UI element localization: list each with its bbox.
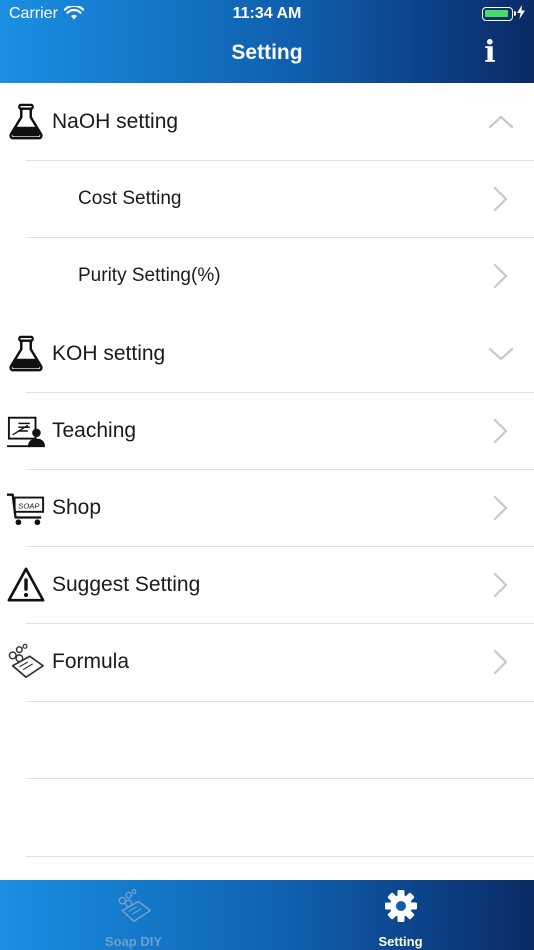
flask-icon: [9, 103, 43, 140]
chevron-right-icon: [493, 649, 508, 675]
chevron-right-icon: [493, 263, 508, 289]
purity-setting-row[interactable]: Purity Setting(%): [0, 237, 534, 314]
navigation-bar: Carrier 11:34 AM Setting i: [0, 0, 534, 83]
chevron-right-icon: [493, 186, 508, 212]
cost-setting-label: Cost Setting: [78, 188, 182, 209]
shop-label: Shop: [52, 496, 102, 519]
suggest-setting-label: Suggest Setting: [52, 573, 201, 596]
chevron-right-icon: [493, 572, 508, 598]
flask-icon: [9, 335, 43, 372]
shop-row[interactable]: SOAP Shop: [0, 469, 534, 546]
tab-soap-diy[interactable]: Soap DIY: [0, 880, 267, 950]
chevron-up-icon: [488, 115, 514, 129]
tab-bar: Soap DIY Setting: [0, 880, 534, 950]
page-title: Setting: [231, 41, 303, 64]
tab-setting[interactable]: Setting: [267, 880, 534, 950]
divider: [26, 701, 534, 702]
formula-row[interactable]: Formula: [0, 623, 534, 700]
teaching-icon: [7, 416, 45, 448]
koh-setting-label: KOH setting: [52, 342, 166, 365]
divider: [26, 778, 534, 779]
formula-label: Formula: [52, 650, 130, 673]
teaching-label: Teaching: [52, 419, 137, 442]
purity-setting-label: Purity Setting(%): [78, 265, 221, 286]
shopping-cart-icon: SOAP: [7, 493, 45, 526]
gear-icon: [385, 890, 417, 922]
soap-label: SOAP: [18, 501, 40, 510]
teaching-row[interactable]: Teaching: [0, 392, 534, 469]
chevron-down-icon: [488, 347, 514, 361]
suggest-setting-row[interactable]: Suggest Setting: [0, 546, 534, 623]
tab-setting-label: Setting: [378, 934, 423, 949]
battery-icon: [482, 7, 516, 21]
koh-setting-row[interactable]: KOH setting: [0, 315, 534, 392]
chevron-right-icon: [493, 418, 508, 444]
status-bar: Carrier 11:34 AM: [0, 0, 534, 28]
naoh-setting-label: NaOH setting: [52, 110, 179, 133]
naoh-setting-row[interactable]: NaOH setting: [0, 83, 534, 160]
tab-soap-diy-label: Soap DIY: [104, 934, 163, 949]
soap-bubbles-icon: [8, 643, 44, 679]
cost-setting-row[interactable]: Cost Setting: [0, 160, 534, 237]
chevron-right-icon: [493, 495, 508, 521]
clock: 11:34 AM: [232, 5, 302, 22]
soap-bubbles-icon: [118, 889, 152, 923]
warning-icon: [7, 567, 45, 602]
charging-bolt-icon: [517, 5, 525, 19]
info-icon[interactable]: i: [478, 37, 502, 69]
divider: [26, 856, 534, 857]
